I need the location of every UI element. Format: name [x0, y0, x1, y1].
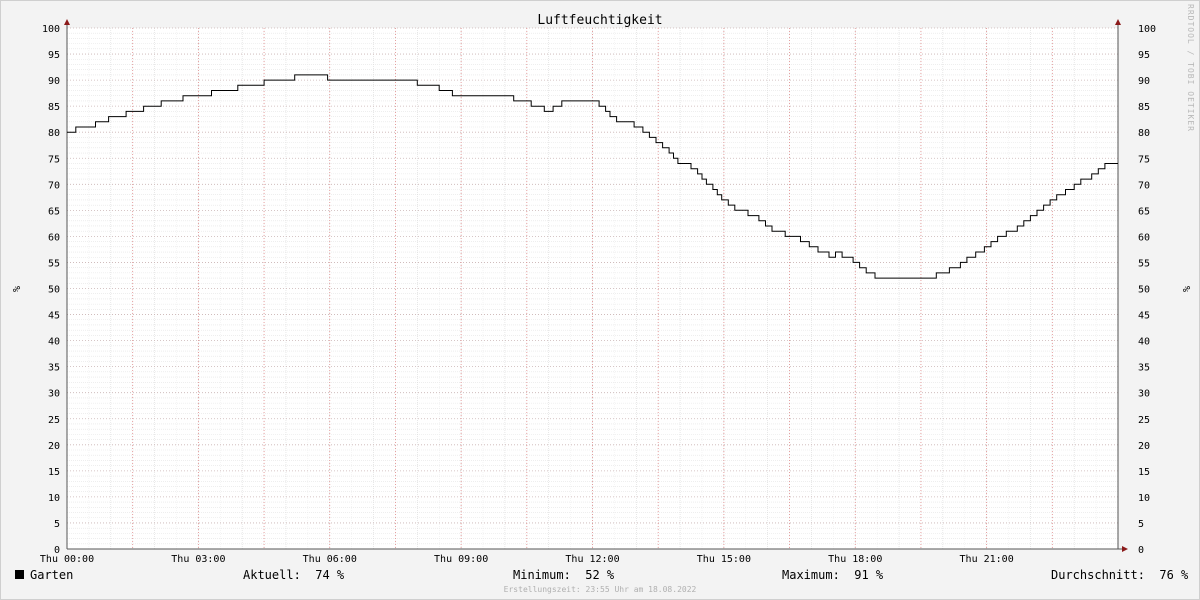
series-swatch [15, 570, 24, 579]
maximum-value: 91 % [854, 568, 884, 582]
x-tick-label: Thu 21:00 [960, 554, 1014, 565]
y-axis-arrow-right [1115, 19, 1121, 25]
y-tick-label-right: 70 [1138, 180, 1150, 191]
y-tick-label-left: 10 [48, 493, 60, 504]
y-tick-label-right: 65 [1138, 206, 1150, 217]
legend-average: Durchschnitt: 76 % [1051, 568, 1188, 582]
y-tick-label-left: 30 [48, 389, 60, 400]
y-tick-label-left: 15 [48, 467, 60, 478]
x-tick-label: Thu 03:00 [171, 554, 225, 565]
y-tick-label-right: 35 [1138, 363, 1150, 374]
y-axis-label-left: % [10, 286, 21, 292]
maximum-label: Maximum: [782, 568, 840, 582]
y-tick-label-left: 90 [48, 76, 60, 87]
humidity-chart: 0 05 510 1015 1520 2025 2530 3035 3540 4045 4550 50… [10, 13, 1191, 565]
y-tick-label-left: 55 [48, 258, 60, 269]
y-tick-label-right: 30 [1138, 389, 1150, 400]
x-tick-label: Thu 06:00 [303, 554, 357, 565]
x-tick-label: Thu 15:00 [697, 554, 751, 565]
y-tick-label-right: 75 [1138, 154, 1150, 165]
y-tick-label-left: 20 [48, 441, 60, 452]
y-tick-label-left: 100 [42, 24, 60, 35]
y-tick-label-left: 50 [48, 285, 60, 296]
y-tick-label-left: 75 [48, 154, 60, 165]
y-tick-label-left: 60 [48, 232, 60, 243]
y-tick-label-left: 80 [48, 128, 60, 139]
y-tick-label-right: 90 [1138, 76, 1150, 87]
y-tick-label-right: 45 [1138, 311, 1150, 322]
x-axis-arrow [1122, 546, 1128, 552]
legend-current: Aktuell: 74 % [243, 568, 344, 582]
y-tick-label-right: 25 [1138, 415, 1150, 426]
chart-title: Luftfeuchtigkeit [537, 13, 662, 28]
average-value: 76 % [1159, 568, 1189, 582]
average-label: Durchschnitt: [1051, 568, 1145, 582]
y-axis-arrow-left [64, 19, 70, 25]
current-value: 74 % [315, 568, 345, 582]
rrdtool-watermark: RRDTOOL / TOBI OETIKER [1186, 4, 1195, 132]
creation-time-note: Erstellungszeit: 23:55 Uhr am 18.08.2022 [503, 585, 697, 594]
y-tick-label-right: 95 [1138, 50, 1150, 61]
y-tick-label-left: 5 [54, 519, 60, 530]
y-tick-label-right: 10 [1138, 493, 1150, 504]
y-tick-label-right: 80 [1138, 128, 1150, 139]
legend-maximum: Maximum: 91 % [782, 568, 883, 582]
y-tick-label-left: 45 [48, 311, 60, 322]
legend-series-name: Garten [30, 568, 74, 582]
x-tick-label: Thu 00:00 [40, 554, 94, 565]
y-tick-label-right: 100 [1138, 24, 1156, 35]
y-tick-label-right: 15 [1138, 467, 1150, 478]
current-label: Aktuell: [243, 568, 301, 582]
y-axis-label-right: % [1180, 286, 1191, 292]
y-tick-label-right: 85 [1138, 102, 1150, 113]
x-tick-label: Thu 09:00 [434, 554, 488, 565]
y-tick-label-right: 55 [1138, 258, 1150, 269]
y-tick-label-right: 0 [1138, 545, 1144, 556]
legend-series: Garten [15, 568, 73, 582]
minimum-value: 52 % [585, 568, 615, 582]
y-tick-label-left: 35 [48, 363, 60, 374]
legend-minimum: Minimum: 52 % [513, 568, 614, 582]
x-tick-label: Thu 12:00 [565, 554, 619, 565]
y-tick-label-left: 25 [48, 415, 60, 426]
y-tick-label-right: 5 [1138, 519, 1144, 530]
y-tick-label-left: 70 [48, 180, 60, 191]
minimum-label: Minimum: [513, 568, 571, 582]
y-tick-label-left: 95 [48, 50, 60, 61]
y-tick-label-left: 40 [48, 337, 60, 348]
y-tick-label-right: 50 [1138, 285, 1150, 296]
y-tick-label-left: 65 [48, 206, 60, 217]
y-tick-label-right: 60 [1138, 232, 1150, 243]
y-tick-label-right: 20 [1138, 441, 1150, 452]
y-tick-label-left: 85 [48, 102, 60, 113]
y-tick-label-right: 40 [1138, 337, 1150, 348]
x-tick-label: Thu 18:00 [828, 554, 882, 565]
